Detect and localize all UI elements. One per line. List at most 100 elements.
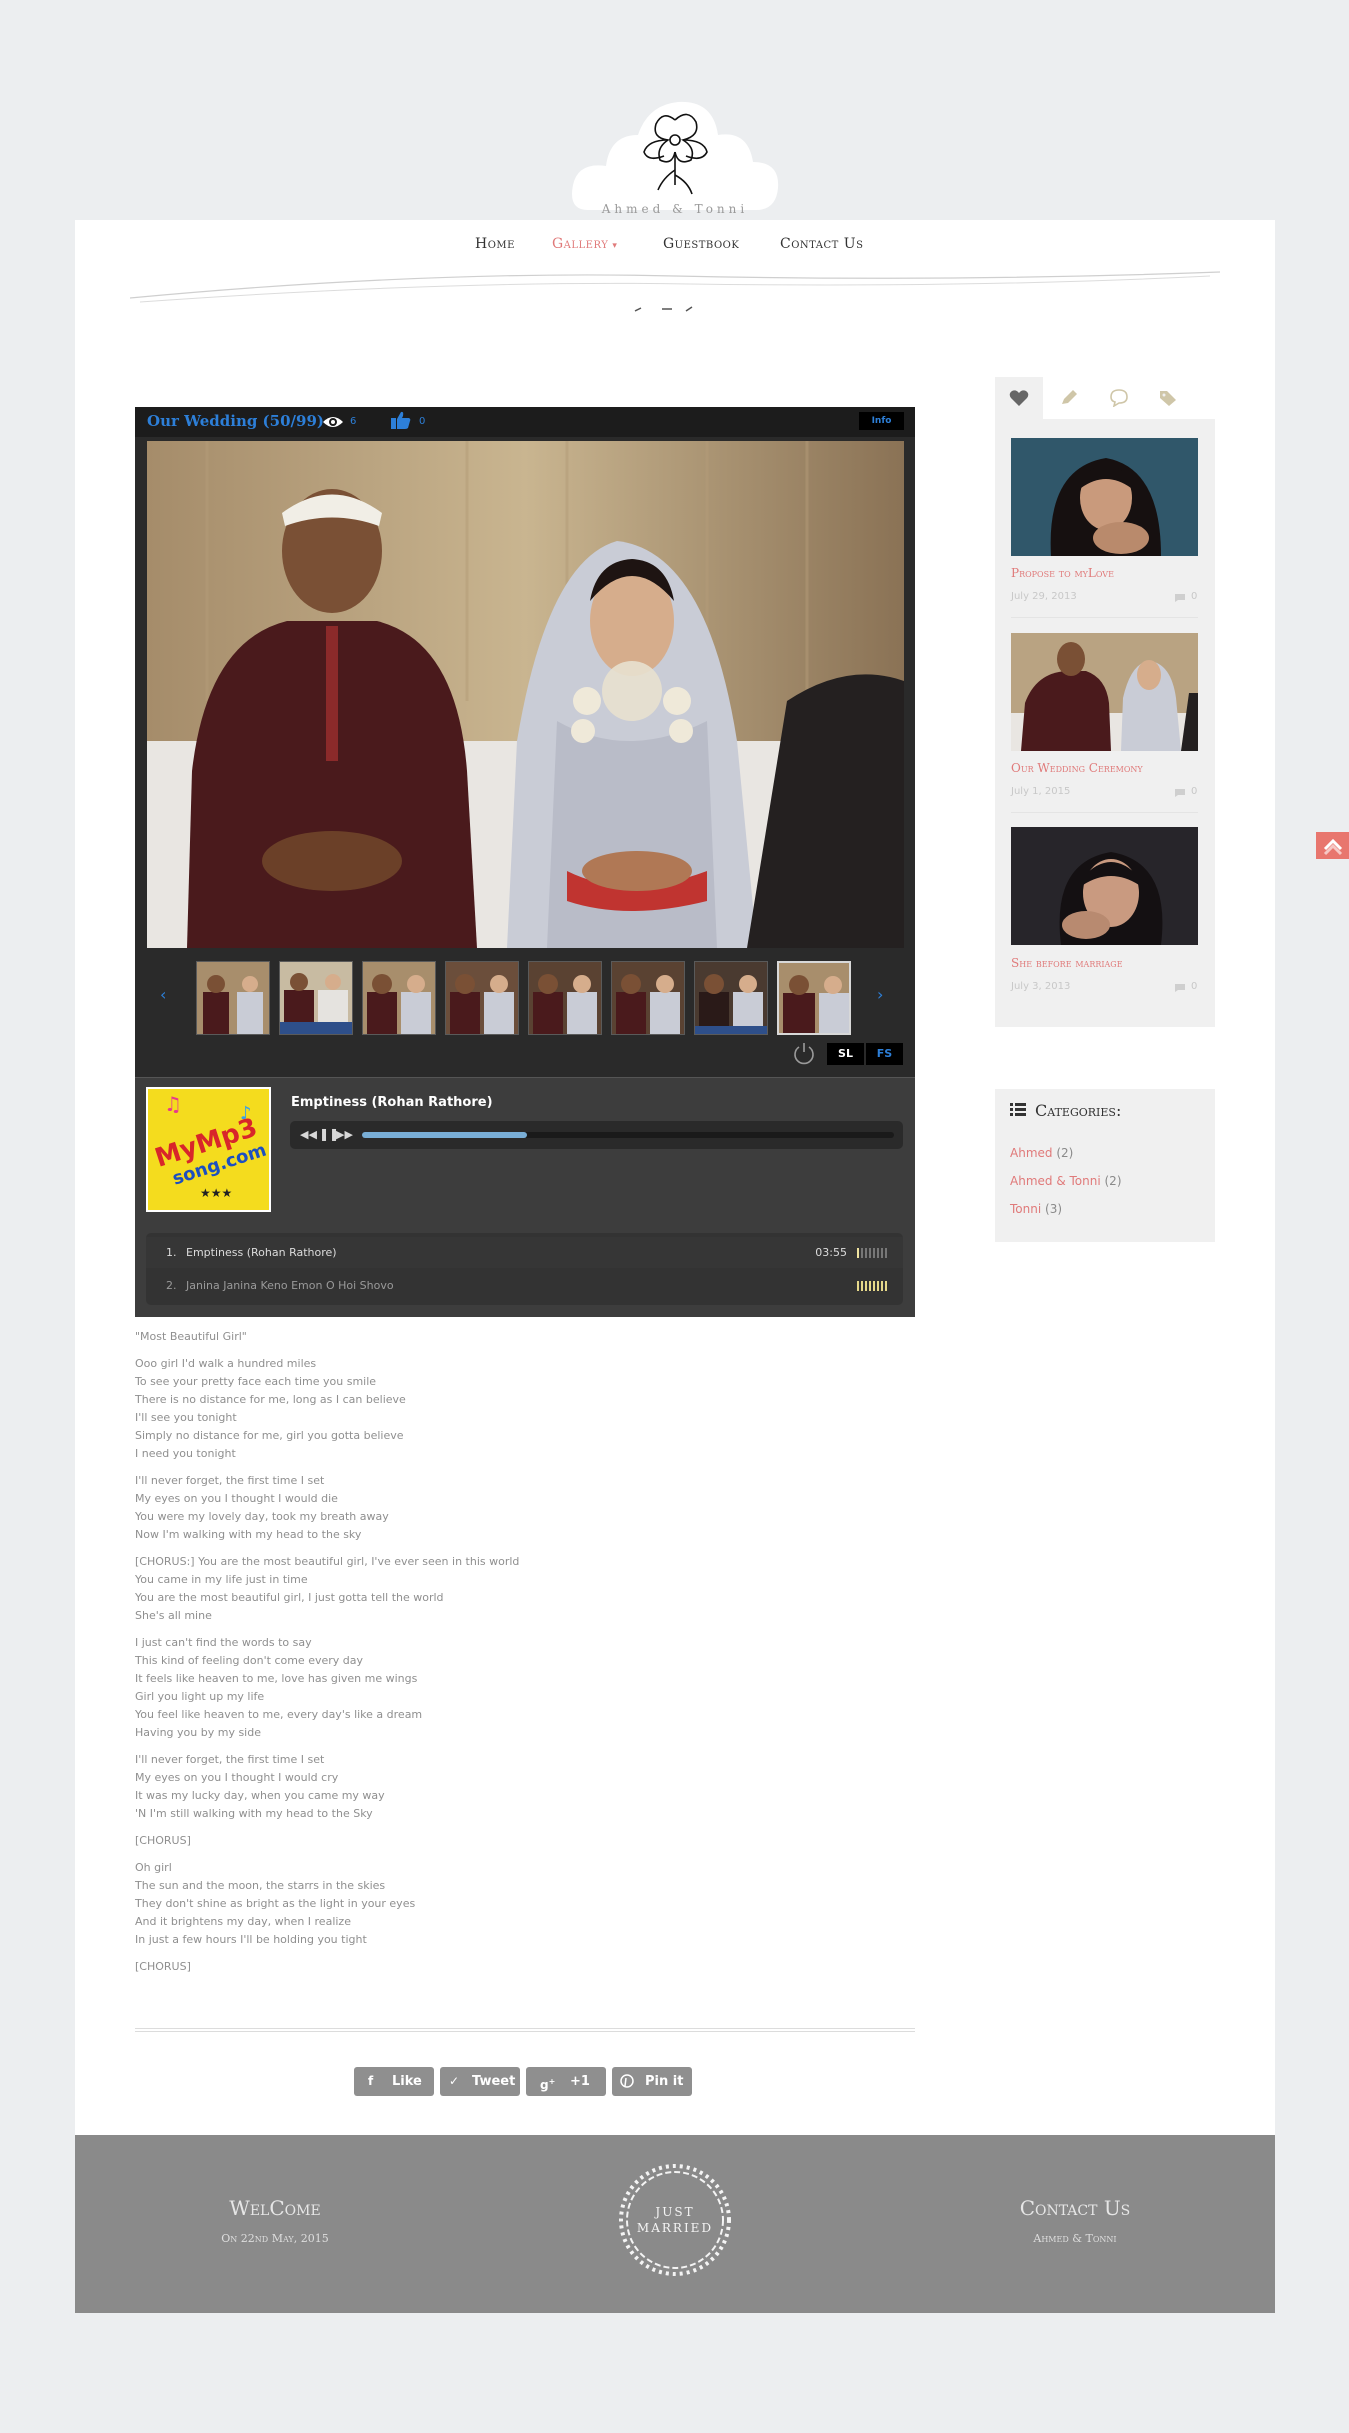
lyrics-line: [CHORUS]: [135, 1960, 191, 1973]
lyrics-line: They don't shine as bright as the light …: [135, 1897, 416, 1910]
footer-contact-names: Ahmed & Tonni: [1033, 2232, 1117, 2245]
gallery-thumbnail[interactable]: [611, 961, 685, 1035]
slideshow-button[interactable]: SL: [827, 1043, 864, 1065]
gallery-thumbnail[interactable]: [196, 961, 270, 1035]
post-date: July 29, 2013: [1011, 591, 1077, 602]
lyrics-line: Having you by my side: [135, 1726, 261, 1739]
svg-text:♫: ♫: [164, 1092, 182, 1116]
google-plus-label: +1: [570, 2074, 590, 2089]
category-item[interactable]: Ahmed & Tonni (2): [1010, 1174, 1122, 1188]
tags-icon: [1160, 391, 1176, 406]
lyrics-line: She's all mine: [135, 1609, 212, 1622]
google-plus-icon: g+: [540, 2077, 556, 2092]
lyrics-line: [CHORUS]: [135, 1834, 191, 1847]
tab-recent[interactable]: [1045, 377, 1093, 419]
thumbnail-image: [779, 963, 849, 1033]
just-married-wreath-logo: JUST MARRIED: [619, 2164, 731, 2276]
lyrics-stanza: [CHORUS]: [135, 1958, 835, 1976]
nav-guestbook[interactable]: Guestbook: [663, 236, 739, 252]
svg-text:★★★: ★★★: [200, 1186, 232, 1200]
lyrics-stanza: I'll never forget, the first time I set M…: [135, 1472, 835, 1544]
lyrics-line: You were my lovely day, took my breath a…: [135, 1510, 389, 1523]
category-count: (3): [1045, 1202, 1063, 1216]
gallery-thumbnail[interactable]: [445, 961, 519, 1035]
tab-comments[interactable]: [1095, 377, 1143, 419]
category-name: Ahmed: [1010, 1146, 1053, 1160]
thumbnail-image: [446, 962, 518, 1034]
comment-count-icon: [1175, 984, 1185, 992]
lyrics-line: I'll see you tonight: [135, 1411, 237, 1424]
chevron-left-icon[interactable]: ‹: [160, 985, 166, 1004]
thumbs-up-icon[interactable]: [390, 410, 412, 430]
lyrics-line: Ooo girl I'd walk a hundred miles: [135, 1357, 317, 1370]
category-name: Ahmed & Tonni: [1010, 1174, 1101, 1188]
back-to-top-button[interactable]: [1316, 832, 1349, 859]
gallery-thumbnail[interactable]: [694, 961, 768, 1035]
post-title[interactable]: Our Wedding Ceremony: [1011, 761, 1143, 775]
facebook-like-button[interactable]: f Like: [354, 2067, 434, 2096]
next-track-icon[interactable]: ▶▶: [336, 1128, 353, 1141]
chevron-up-icon: [1323, 838, 1343, 856]
post-thumbnail[interactable]: [1011, 633, 1198, 751]
lyrics-line: To see your pretty face each time you sm…: [135, 1375, 377, 1388]
chevron-right-icon[interactable]: ›: [877, 985, 883, 1004]
content-divider: [135, 2028, 915, 2032]
footer-contact-title: Contact Us: [1019, 2196, 1131, 2220]
playlist-item-name: Emptiness (Rohan Rathore): [186, 1246, 337, 1259]
category-name: Tonni: [1010, 1202, 1042, 1216]
chevron-down-icon: ▾: [612, 241, 618, 251]
gallery-thumbnail[interactable]: [528, 961, 602, 1035]
nav-gallery[interactable]: Gallery ▾: [552, 236, 617, 252]
playlist-item-name: Janina Janina Keno Emon O Hoi Shovo: [186, 1279, 394, 1292]
post-title[interactable]: She before marriage: [1011, 956, 1123, 970]
google-plus-button[interactable]: g+ +1: [526, 2067, 606, 2096]
thumbnail-image: [280, 962, 352, 1034]
lyrics-line: Simply no distance for me, girl you gott…: [135, 1429, 404, 1442]
nav-home[interactable]: Home: [475, 236, 515, 252]
post-thumbnail[interactable]: [1011, 827, 1198, 945]
lyrics-line: In just a few hours I'll be holding you …: [135, 1933, 367, 1946]
footer-welcome-date: On 22nd May, 2015: [221, 2232, 329, 2245]
lyrics-line: The sun and the moon, the starrs in the …: [135, 1879, 386, 1892]
gallery-thumbnail[interactable]: [362, 961, 436, 1035]
lyrics-line: I'll never forget, the first time I set: [135, 1753, 325, 1766]
thumbnail-image: [529, 962, 601, 1034]
gallery-thumbnail-active[interactable]: [777, 961, 851, 1035]
lyrics-line: You came in my life just in time: [135, 1573, 308, 1586]
fullscreen-button[interactable]: FS: [866, 1043, 903, 1065]
lyrics-line: There is no distance for me, long as I c…: [135, 1393, 406, 1406]
main-gallery-photo[interactable]: [147, 441, 904, 948]
facebook-like-label: Like: [392, 2074, 422, 2089]
gallery-title[interactable]: Our Wedding (50/99): [147, 412, 324, 430]
post-thumbnail[interactable]: [1011, 438, 1198, 556]
logo-cloud-flower[interactable]: [568, 90, 782, 220]
category-count: (2): [1056, 1146, 1074, 1160]
post-date: July 3, 2013: [1011, 981, 1071, 992]
song-name: "Most Beautiful Girl": [135, 1330, 247, 1343]
previous-track-icon[interactable]: ◀◀: [300, 1128, 317, 1141]
info-button[interactable]: Info: [859, 412, 904, 430]
category-count: (2): [1104, 1174, 1122, 1188]
twitter-bird-icon: ✓: [449, 2074, 460, 2088]
album-art-image: ♫ ♪ MyMp3 song.com ★★★: [148, 1089, 269, 1210]
tweet-button[interactable]: ✓ Tweet: [440, 2067, 520, 2096]
categories-title: Categories:: [1035, 1101, 1122, 1120]
category-item[interactable]: Tonni (3): [1010, 1202, 1062, 1216]
lyrics-line: You feel like heaven to me, every day's …: [135, 1708, 423, 1721]
pinterest-label: Pin it: [645, 2074, 684, 2089]
playlist-item[interactable]: 2. Janina Janina Keno Emon O Hoi Shovo: [146, 1270, 903, 1301]
category-item[interactable]: Ahmed (2): [1010, 1146, 1073, 1160]
tab-popular[interactable]: [995, 377, 1043, 419]
gallery-thumbnail[interactable]: [279, 961, 353, 1035]
eye-icon: [323, 417, 343, 427]
nav-contact-us[interactable]: Contact Us: [780, 236, 863, 252]
post-thumbnail-image: [1011, 633, 1198, 751]
power-icon[interactable]: [792, 1041, 816, 1065]
lyrics-line: It feels like heaven to me, love has giv…: [135, 1672, 418, 1685]
nav-gallery-label: Gallery: [552, 236, 609, 252]
list-icon: [1010, 1103, 1026, 1116]
post-title[interactable]: Propose to myLove: [1011, 566, 1114, 580]
pinterest-button[interactable]: Pin it: [612, 2067, 692, 2096]
playlist-item-current[interactable]: 1. Emptiness (Rohan Rathore) 03:55: [146, 1237, 903, 1268]
tab-tags[interactable]: [1145, 377, 1193, 419]
